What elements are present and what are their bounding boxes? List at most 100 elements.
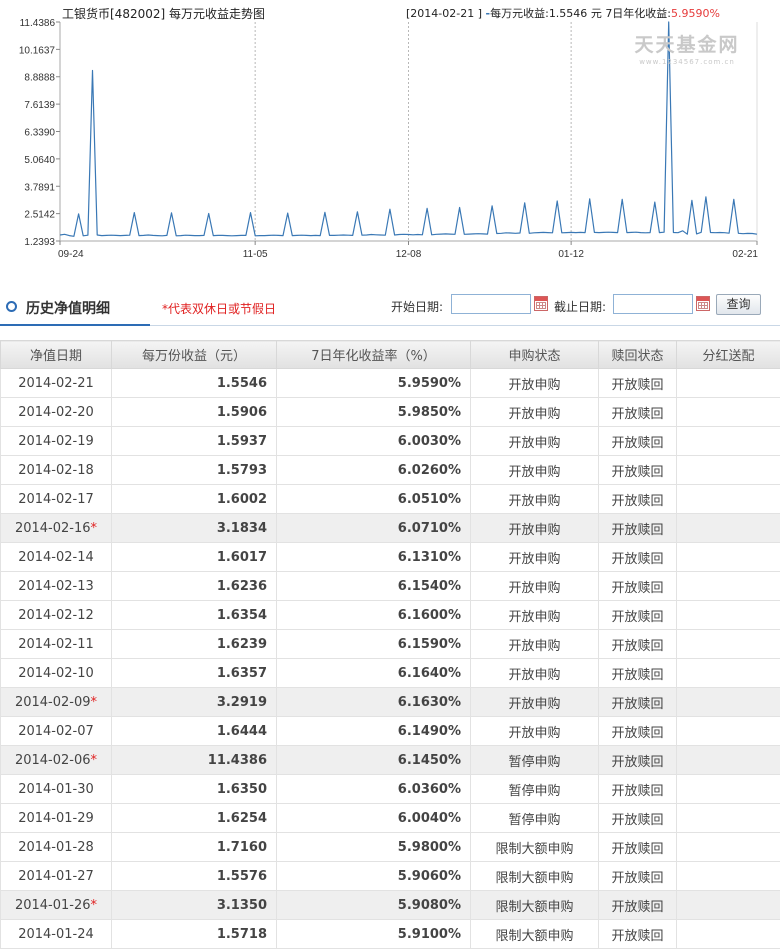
cell-dividend xyxy=(677,775,780,804)
chart-info-unit: 元 xyxy=(591,7,602,20)
date-text: 2014-01-29 xyxy=(18,811,94,826)
cell-income: 1.6357 xyxy=(112,659,277,688)
cell-date: 2014-02-20 xyxy=(1,398,112,427)
table-row: 2014-02-171.60026.0510%开放申购开放赎回 xyxy=(1,485,780,514)
table-row: 2014-02-141.60176.1310%开放申购开放赎回 xyxy=(1,543,780,572)
cell-7day-rate: 6.0030% xyxy=(277,427,471,456)
start-date-label: 开始日期: xyxy=(391,298,443,315)
table-row: 2014-01-291.62546.0040%暂停申购开放赎回 xyxy=(1,804,780,833)
query-button[interactable]: 查询 xyxy=(716,294,761,315)
cell-date: 2014-02-16* xyxy=(1,514,112,543)
cell-buy-status: 开放申购 xyxy=(471,427,599,456)
cell-redeem-status: 开放赎回 xyxy=(599,891,677,920)
cell-dividend xyxy=(677,804,780,833)
table-row: 2014-02-09*3.29196.1630%开放申购开放赎回 xyxy=(1,688,780,717)
cell-dividend xyxy=(677,543,780,572)
y-tick-label: 3.7891 xyxy=(24,182,55,193)
cell-date: 2014-02-14 xyxy=(1,543,112,572)
table-body: 2014-02-211.55465.9590%开放申购开放赎回2014-02-2… xyxy=(1,369,780,949)
cell-buy-status: 限制大额申购 xyxy=(471,833,599,862)
table-row: 2014-02-191.59376.0030%开放申购开放赎回 xyxy=(1,427,780,456)
cell-income: 1.6354 xyxy=(112,601,277,630)
y-tick-label: 11.4386 xyxy=(20,18,56,29)
cell-redeem-status: 开放赎回 xyxy=(599,920,677,949)
cell-dividend xyxy=(677,514,780,543)
holiday-star: * xyxy=(91,521,98,536)
end-date-input[interactable] xyxy=(613,294,693,314)
cell-dividend xyxy=(677,717,780,746)
date-text: 2014-02-12 xyxy=(18,608,94,623)
cell-income: 1.6254 xyxy=(112,804,277,833)
date-text: 2014-01-28 xyxy=(18,840,94,855)
cell-dividend xyxy=(677,369,780,398)
cell-redeem-status: 开放赎回 xyxy=(599,543,677,572)
x-tick-label: 11-05 xyxy=(243,249,268,260)
cell-income: 11.4386 xyxy=(112,746,277,775)
cell-7day-rate: 6.0040% xyxy=(277,804,471,833)
table-row: 2014-02-131.62366.1540%开放申购开放赎回 xyxy=(1,572,780,601)
cell-date: 2014-02-10 xyxy=(1,659,112,688)
cell-redeem-status: 开放赎回 xyxy=(599,398,677,427)
cell-buy-status: 开放申购 xyxy=(471,630,599,659)
table-row: 2014-01-26*3.13505.9080%限制大额申购开放赎回 xyxy=(1,891,780,920)
cell-income: 1.6002 xyxy=(112,485,277,514)
y-tick-label: 6.3390 xyxy=(24,127,55,138)
cell-buy-status: 开放申购 xyxy=(471,572,599,601)
cell-7day-rate: 6.1600% xyxy=(277,601,471,630)
cell-dividend xyxy=(677,862,780,891)
circle-bullet-icon xyxy=(6,301,17,312)
table-row: 2014-01-241.57185.9100%限制大额申购开放赎回 xyxy=(1,920,780,949)
cell-date: 2014-02-13 xyxy=(1,572,112,601)
y-tick-label: 1.2393 xyxy=(24,237,55,248)
chart-info-date: [2014-02-21 ] xyxy=(406,7,482,20)
date-text: 2014-02-09 xyxy=(15,695,91,710)
table-header-row: 净值日期 每万份收益（元） 7日年化收益率（%） 申购状态 赎回状态 分红送配 xyxy=(1,341,780,369)
cell-buy-status: 开放申购 xyxy=(471,369,599,398)
date-text: 2014-02-13 xyxy=(18,579,94,594)
cell-buy-status: 开放申购 xyxy=(471,717,599,746)
header-redeem-status: 赎回状态 xyxy=(599,341,677,369)
cell-buy-status: 开放申购 xyxy=(471,659,599,688)
cell-7day-rate: 6.1310% xyxy=(277,543,471,572)
date-text: 2014-02-10 xyxy=(18,666,94,681)
cell-buy-status: 限制大额申购 xyxy=(471,920,599,949)
table-row: 2014-01-281.71605.9800%限制大额申购开放赎回 xyxy=(1,833,780,862)
table-row: 2014-01-271.55765.9060%限制大额申购开放赎回 xyxy=(1,862,780,891)
cell-income: 1.5906 xyxy=(112,398,277,427)
income-trend-chart: 11.438610.16378.88887.61396.33905.06403.… xyxy=(0,0,780,275)
cell-redeem-status: 开放赎回 xyxy=(599,775,677,804)
cell-buy-status: 限制大额申购 xyxy=(471,891,599,920)
cell-dividend xyxy=(677,398,780,427)
cell-date: 2014-01-30 xyxy=(1,775,112,804)
date-text: 2014-02-16 xyxy=(15,521,91,536)
header-7day-rate: 7日年化收益率（%） xyxy=(277,341,471,369)
cell-redeem-status: 开放赎回 xyxy=(599,717,677,746)
cell-7day-rate: 6.1490% xyxy=(277,717,471,746)
calendar-icon[interactable] xyxy=(696,296,710,311)
cell-7day-rate: 6.0710% xyxy=(277,514,471,543)
cell-7day-rate: 5.9850% xyxy=(277,398,471,427)
cell-7day-rate: 6.1450% xyxy=(277,746,471,775)
chart-title: 工银货币[482002] 每万元收益走势图 xyxy=(62,5,265,22)
cell-date: 2014-01-26* xyxy=(1,891,112,920)
cell-7day-rate: 5.9100% xyxy=(277,920,471,949)
date-text: 2014-02-20 xyxy=(18,405,94,420)
cell-date: 2014-01-29 xyxy=(1,804,112,833)
cell-date: 2014-02-09* xyxy=(1,688,112,717)
tab-history-detail[interactable]: 历史净值明细 xyxy=(0,290,150,326)
start-date-input[interactable] xyxy=(451,294,531,314)
holiday-note: *代表双休日或节假日 xyxy=(162,300,276,317)
cell-7day-rate: 6.0360% xyxy=(277,775,471,804)
cell-income: 1.6017 xyxy=(112,543,277,572)
table-row: 2014-02-121.63546.1600%开放申购开放赎回 xyxy=(1,601,780,630)
table-row: 2014-02-16*3.18346.0710%开放申购开放赎回 xyxy=(1,514,780,543)
table-row: 2014-02-201.59065.9850%开放申购开放赎回 xyxy=(1,398,780,427)
cell-date: 2014-02-12 xyxy=(1,601,112,630)
date-text: 2014-02-11 xyxy=(18,637,94,652)
cell-income: 3.2919 xyxy=(112,688,277,717)
x-tick-label: 12-08 xyxy=(396,249,422,260)
calendar-icon[interactable] xyxy=(534,296,548,311)
cell-date: 2014-02-17 xyxy=(1,485,112,514)
cell-redeem-status: 开放赎回 xyxy=(599,746,677,775)
holiday-star: * xyxy=(91,898,98,913)
